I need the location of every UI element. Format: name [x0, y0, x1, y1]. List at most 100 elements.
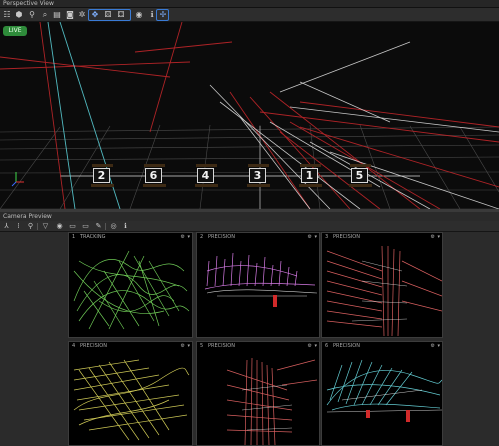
- camera-marker-number: 3: [253, 169, 262, 182]
- camera-number: 2: [200, 234, 204, 240]
- camera-marker[interactable]: 6: [143, 164, 166, 187]
- camera-marker-number: 6: [149, 169, 158, 182]
- camera-header: 2 PRECISION ⚙ ▾: [197, 233, 319, 241]
- camera-6-render: [326, 359, 442, 422]
- camera-marker[interactable]: 4: [195, 164, 218, 187]
- chevron-down-icon[interactable]: ▾: [187, 342, 190, 350]
- camera-3-render: [326, 245, 442, 337]
- layout-icon[interactable]: ⅄: [2, 222, 11, 231]
- marker-label-bar: [195, 184, 218, 187]
- marker-label-bar: [247, 184, 270, 187]
- camera-3d-icon[interactable]: ⬢: [14, 10, 24, 20]
- camera-mode: PRECISION: [208, 234, 235, 240]
- gear-icon[interactable]: ⚙: [308, 233, 312, 241]
- camera-header: 1 TRACKING ⚙ ▾: [69, 233, 192, 241]
- camera-1-render: [73, 250, 190, 330]
- camera-marker-number: 4: [201, 169, 210, 182]
- camera-mode: PRECISION: [208, 343, 235, 349]
- camera-panel-title: Camera Preview: [0, 212, 499, 221]
- camera-grid: 1 TRACKING ⚙ ▾ 2 PRECISION ⚙ ▾ 3 PRECISI…: [0, 232, 499, 446]
- chevron-down-icon[interactable]: ▾: [437, 233, 440, 241]
- camera-panel-title-text: Camera Preview: [3, 213, 52, 220]
- marker-label-bar: [92, 164, 113, 167]
- gear-icon[interactable]: ⚙: [181, 342, 185, 350]
- pen-icon[interactable]: ✎: [94, 222, 103, 231]
- marker-label-bar: [196, 164, 217, 167]
- view-mode-2-icon[interactable]: ⚄: [103, 10, 113, 20]
- camera-number: 5: [200, 343, 204, 349]
- camera-mode: PRECISION: [80, 343, 107, 349]
- marker-label-bar: [350, 164, 371, 167]
- pin-group: ✢: [156, 9, 169, 21]
- marker-label-bar: [349, 184, 372, 187]
- chevron-down-icon[interactable]: ▾: [314, 233, 317, 241]
- camera-marker-number: 5: [355, 169, 364, 182]
- grid-icon[interactable]: ⁞: [14, 222, 23, 231]
- camera-header: 3 PRECISION ⚙ ▾: [322, 233, 442, 241]
- marker-label-bar: [144, 164, 165, 167]
- gear-icon[interactable]: ⚙: [431, 233, 435, 241]
- camera-view-3[interactable]: 3 PRECISION ⚙ ▾: [321, 232, 443, 338]
- gear-icon[interactable]: ⚙: [308, 342, 312, 350]
- camera-header: 4 PRECISION ⚙ ▾: [69, 342, 192, 350]
- camera-4-render: [73, 359, 190, 441]
- chevron-down-icon[interactable]: ▾: [314, 342, 317, 350]
- camera-header: 5 PRECISION ⚙ ▾: [197, 342, 319, 350]
- chevron-down-icon[interactable]: ▾: [187, 233, 190, 241]
- eye-icon[interactable]: ◎: [109, 222, 118, 231]
- camera-marker-number: 2: [97, 169, 106, 182]
- marker-label-bar: [300, 164, 321, 167]
- zoom-fit-icon[interactable]: ⌕: [40, 10, 50, 20]
- view-mode-3-icon[interactable]: ⚃: [116, 10, 126, 20]
- chevron-down-icon[interactable]: ▾: [437, 342, 440, 350]
- camera-number: 3: [325, 234, 329, 240]
- toolbar-separator: [37, 223, 38, 230]
- marker-label-bar: [143, 184, 166, 187]
- camera-marker[interactable]: 1: [299, 164, 322, 187]
- stop-icon[interactable]: ▭: [81, 222, 90, 231]
- camera-marker[interactable]: 2: [91, 164, 114, 187]
- camera-number: 4: [72, 343, 76, 349]
- gear-icon[interactable]: ⚙: [431, 342, 435, 350]
- view-mode-group: ✥ ⚄ ⚃: [88, 9, 131, 21]
- record-icon[interactable]: ◉: [55, 222, 64, 231]
- filter-icon[interactable]: ▽: [41, 222, 50, 231]
- live-badge[interactable]: LIVE: [3, 26, 27, 36]
- camera-mode: PRECISION: [333, 343, 360, 349]
- camera-2-render: [204, 252, 318, 307]
- marker-label-bar: [299, 184, 322, 187]
- menu-icon[interactable]: ☷: [2, 10, 12, 20]
- camera-marker-number: 1: [305, 169, 314, 182]
- camera-marker[interactable]: 3: [247, 164, 270, 187]
- window-title-text: Perspective View: [3, 0, 54, 7]
- camera-number: 6: [325, 343, 329, 349]
- camera-view-6[interactable]: 6 PRECISION ⚙ ▾: [321, 341, 443, 446]
- film-icon[interactable]: ▭: [68, 222, 77, 231]
- camera-header: 6 PRECISION ⚙ ▾: [322, 342, 442, 350]
- camera-view-1[interactable]: 1 TRACKING ⚙ ▾: [68, 232, 193, 338]
- pin-icon[interactable]: ✢: [158, 10, 168, 20]
- snapshot-icon[interactable]: ◙: [65, 10, 75, 20]
- layers-icon[interactable]: ▤: [52, 10, 62, 20]
- camera-view-2[interactable]: 2 PRECISION ⚙ ▾: [196, 232, 320, 338]
- info-icon[interactable]: ℹ: [121, 222, 130, 231]
- live-label: LIVE: [8, 27, 22, 34]
- settings-icon[interactable]: ✲: [77, 10, 87, 20]
- window-title: Perspective View: [0, 0, 499, 8]
- marker-label-bar: [91, 184, 114, 187]
- camera-marker[interactable]: 5: [349, 164, 372, 187]
- camera-panel-toolbar: ⅄ ⁞ ⚲ ▽ ◉ ▭ ▭ ✎ ◎ ℹ: [0, 221, 499, 232]
- marker-label-bar: [248, 164, 269, 167]
- zoom-icon[interactable]: ⚲: [27, 10, 37, 20]
- camera-mode: TRACKING: [80, 234, 106, 240]
- camera-number: 1: [72, 234, 76, 240]
- visibility-icon[interactable]: ◉: [134, 10, 144, 20]
- camera-view-4[interactable]: 4 PRECISION ⚙ ▾: [68, 341, 193, 446]
- camera-mode: PRECISION: [333, 234, 360, 240]
- camera-view-5[interactable]: 5 PRECISION ⚙ ▾: [196, 341, 320, 446]
- perspective-viewport[interactable]: LIVE 2 6 4 3 1 5: [0, 22, 499, 209]
- zoom-icon[interactable]: ⚲: [26, 222, 35, 231]
- view-mode-icon[interactable]: ✥: [90, 10, 100, 20]
- gear-icon[interactable]: ⚙: [181, 233, 185, 241]
- camera-5-render: [226, 357, 318, 445]
